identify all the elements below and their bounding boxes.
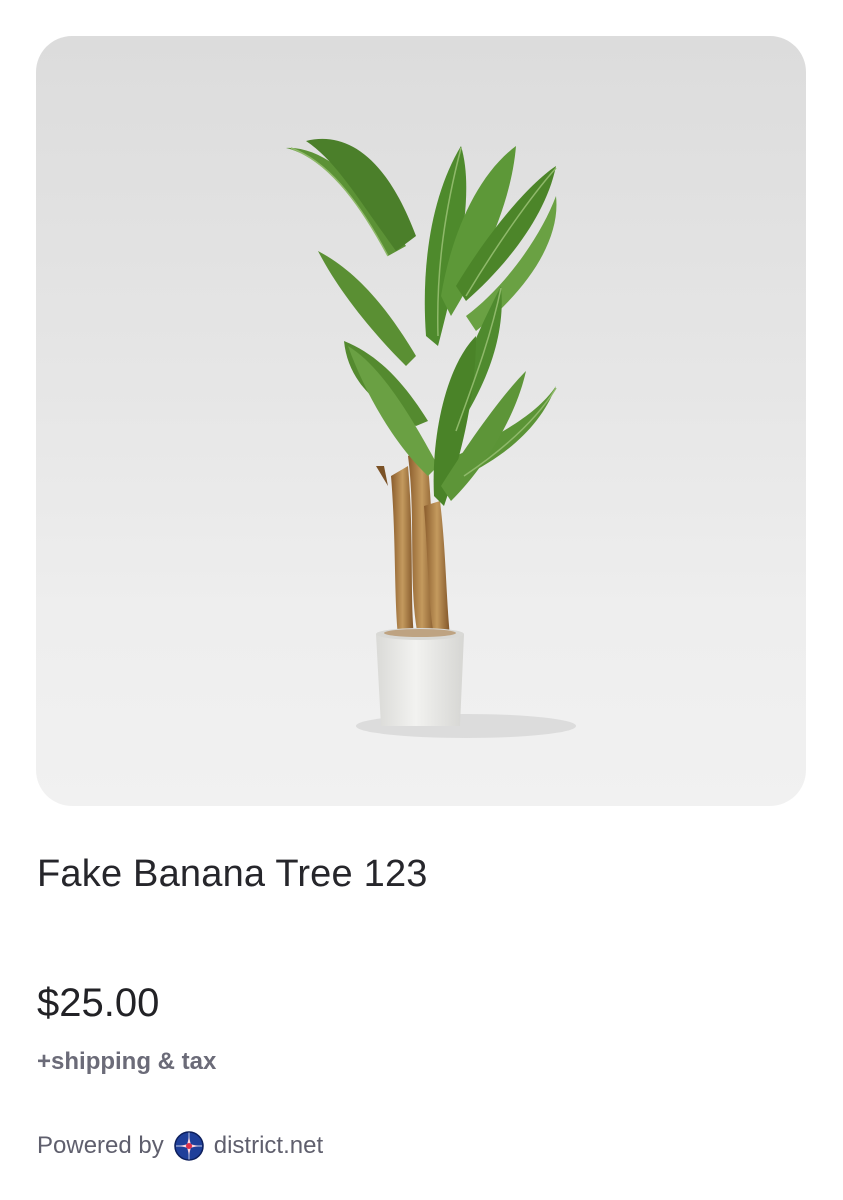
shipping-tax-note: +shipping & tax — [37, 1048, 217, 1075]
pot — [376, 628, 464, 726]
product-title: Fake Banana Tree 123 — [37, 853, 428, 895]
product-price: $25.00 — [37, 981, 160, 1025]
powered-by: Powered by district.net — [37, 1128, 323, 1164]
leaf-group — [286, 138, 557, 506]
district-net-link[interactable]: district.net — [214, 1132, 323, 1160]
banana-tree-illustration — [286, 138, 576, 738]
product-image[interactable] — [36, 36, 806, 806]
powered-by-label: Powered by — [37, 1132, 164, 1159]
district-globe-icon — [174, 1131, 204, 1161]
